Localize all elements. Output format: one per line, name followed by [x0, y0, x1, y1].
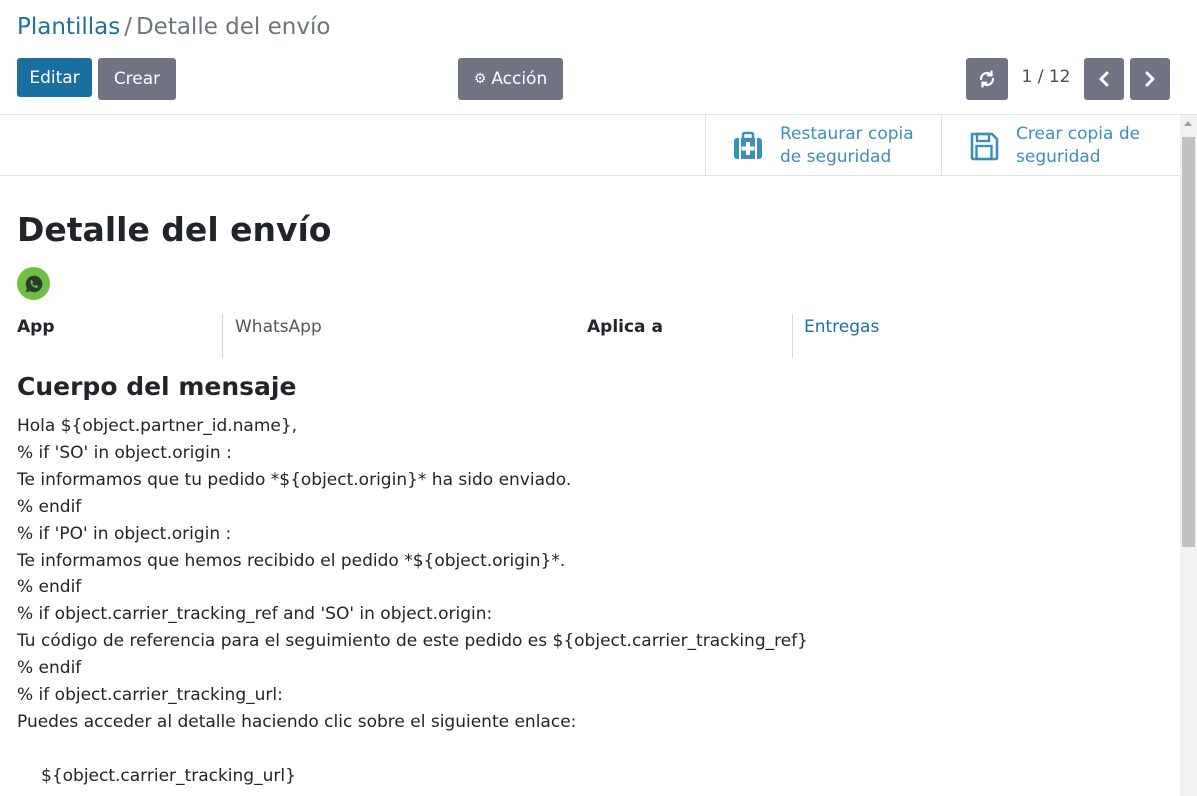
message-body-line: % if 'PO' in object.origin : [17, 523, 232, 544]
refresh-icon [979, 70, 995, 88]
gear-icon: ⚙ [473, 71, 487, 87]
chevron-left-icon [1099, 71, 1109, 87]
medkit-icon [734, 131, 762, 159]
create-button[interactable]: Crear [98, 58, 176, 100]
smart-button-box: Restaurar copia de seguridad Crear copia… [0, 115, 1180, 176]
message-body-line: % if object.carrier_tracking_url: [17, 685, 283, 706]
pager-value[interactable]: 1 / 12 [1018, 67, 1074, 87]
breadcrumb: Plantillas / Detalle del envío [17, 14, 330, 40]
message-body: Hola ${object.partner_id.name}, % if 'SO… [17, 413, 1167, 790]
field-divider [792, 314, 793, 358]
scrollbar-thumb[interactable] [1182, 137, 1195, 547]
message-body-line: Tu código de referencia para el seguimie… [17, 631, 808, 652]
create-backup-button[interactable]: Crear copia de seguridad [941, 115, 1180, 176]
action-button[interactable]: ⚙ Acción [458, 58, 563, 100]
restore-backup-button[interactable]: Restaurar copia de seguridad [705, 115, 942, 176]
create-backup-label: Crear copia de seguridad [1016, 123, 1141, 167]
edit-button[interactable]: Editar [17, 58, 92, 97]
pager-previous-button[interactable] [1084, 58, 1124, 100]
breadcrumb-current: Detalle del envío [135, 14, 331, 40]
message-body-line: Te informamos que tu pedido *${object.or… [17, 469, 572, 490]
message-body-line: % if object.carrier_tracking_ref and 'SO… [17, 604, 493, 625]
message-body-line: ${object.carrier_tracking_url} [41, 765, 296, 786]
scroll-up-arrow-icon[interactable] [1184, 121, 1192, 126]
message-body-line [17, 736, 1167, 763]
message-body-line: % if 'SO' in object.origin : [17, 442, 232, 463]
chevron-right-icon [1145, 71, 1155, 87]
applies-to-field-label: Aplica a [587, 317, 663, 337]
whatsapp-icon [17, 267, 50, 300]
message-body-title: Cuerpo del mensaje [17, 372, 297, 401]
record-title: Detalle del envío [17, 210, 332, 249]
breadcrumb-parent-link[interactable]: Plantillas [17, 14, 120, 40]
message-body-line: Puedes acceder al detalle haciendo clic … [17, 711, 577, 732]
restore-backup-label: Restaurar copia de seguridad [780, 123, 914, 167]
message-body-line: Hola ${object.partner_id.name}, [17, 416, 298, 436]
message-body-line: % endif [17, 496, 82, 517]
message-body-line: % endif [17, 577, 82, 598]
control-panel: Plantillas / Detalle del envío Editar Crea… [0, 0, 1197, 115]
message-body-line: % endif [17, 658, 82, 679]
vertical-scrollbar[interactable] [1180, 115, 1197, 796]
app-field-label: App [17, 317, 55, 337]
message-body-line: Te informamos que hemos recibido el pedi… [17, 550, 566, 571]
pager-next-button[interactable] [1130, 58, 1170, 100]
action-button-label: Acción [491, 69, 548, 89]
floppy-disk-icon [970, 132, 999, 160]
breadcrumb-separator: / [124, 14, 132, 40]
app-field-value: WhatsApp [235, 317, 322, 337]
field-divider [222, 314, 223, 358]
refresh-button[interactable] [966, 58, 1008, 100]
form-sheet: Detalle del envío App WhatsApp Aplica a … [0, 176, 1180, 796]
applies-to-field-link[interactable]: Entregas [804, 317, 879, 337]
